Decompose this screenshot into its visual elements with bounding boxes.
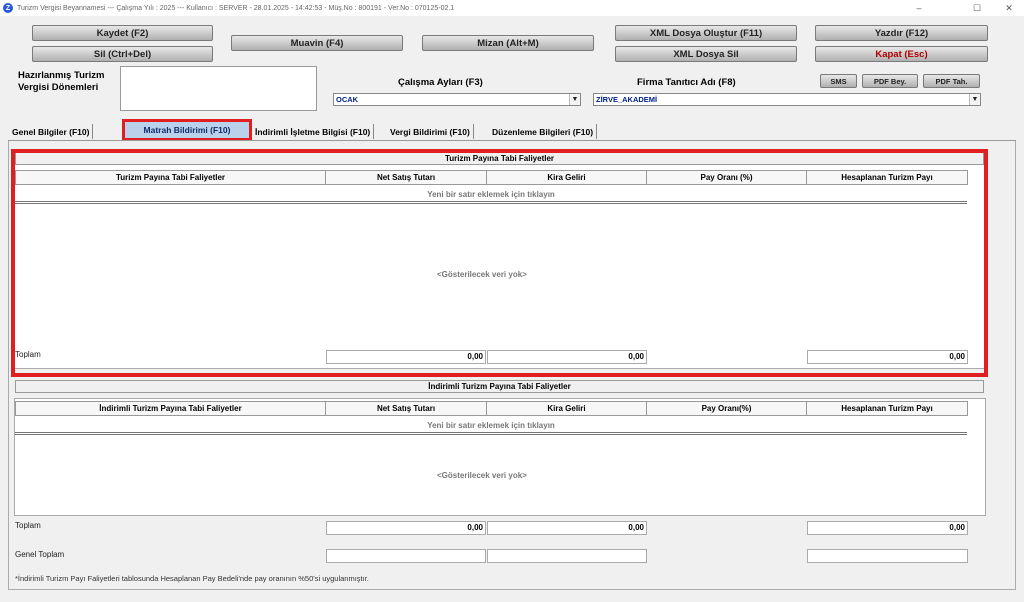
empty-message: <Gösterilecek veri yok> (437, 270, 527, 279)
donemler-list[interactable] (120, 66, 317, 111)
calisma-aylari-select[interactable]: OCAK ▼ (333, 93, 581, 106)
firma-select[interactable]: ZİRVE_AKADEMİ ▼ (593, 93, 981, 106)
genel-toplam-kira (487, 549, 647, 563)
col-header[interactable]: Net Satış Tutarı (325, 170, 487, 185)
firma-label: Firma Tanıtıcı Adı (F8) (637, 77, 736, 88)
kaydet-button[interactable]: Kaydet (F2) (32, 25, 213, 41)
yazdir-button[interactable]: Yazdır (F12) (815, 25, 988, 41)
section2-title: İndirimli Turizm Payına Tabi Faliyetler (15, 380, 984, 393)
genel-toplam-hesaplanan (807, 549, 968, 563)
calisma-aylari-value: OCAK (336, 95, 359, 104)
close-icon[interactable]: ✕ (994, 0, 1024, 16)
chevron-down-icon[interactable]: ▼ (569, 94, 580, 105)
toplam-kira-geliri: 0,00 (487, 350, 647, 364)
window-title: Turizm Vergisi Beyannamesi --- Çalışma Y… (17, 4, 455, 12)
title-bar: Z Turizm Vergisi Beyannamesi --- Çalışma… (0, 0, 1024, 16)
col-header[interactable]: Turizm Payına Tabi Faliyetler (15, 170, 326, 185)
section1-title: Turizm Payına Tabi Faliyetler (15, 152, 984, 165)
pdf-tah-button[interactable]: PDF Tah. (923, 74, 980, 88)
toplam-label: Toplam (15, 350, 41, 359)
col-header[interactable]: Pay Oranı(%) (646, 401, 807, 416)
mizan-button[interactable]: Mizan (Alt+M) (422, 35, 594, 51)
minimize-icon[interactable]: – (904, 0, 934, 16)
tab-matrah-bildirimi[interactable]: Matrah Bildirimi (F10) (122, 119, 252, 141)
muavin-button[interactable]: Muavin (F4) (231, 35, 403, 51)
toplam-hesaplanan: 0,00 (807, 521, 968, 535)
toplam-net-satis: 0,00 (326, 521, 486, 535)
kapat-button[interactable]: Kapat (Esc) (815, 46, 988, 62)
tab-indirimli-isletme[interactable]: İndirimli İşletme Bilgisi (F10) (252, 124, 375, 139)
pdf-bey-button[interactable]: PDF Bey. (862, 74, 918, 88)
toplam-net-satis: 0,00 (326, 350, 486, 364)
sil-button[interactable]: Sil (Ctrl+Del) (32, 46, 213, 62)
add-row-button[interactable]: Yeni bir satır eklemek için tıklayın (15, 419, 967, 431)
col-header[interactable]: Net Satış Tutarı (325, 401, 487, 416)
col-header[interactable]: Hesaplanan Turizm Payı (806, 170, 968, 185)
calisma-aylari-label: Çalışma Ayları (F3) (398, 77, 483, 88)
xml-olustur-button[interactable]: XML Dosya Oluştur (F11) (615, 25, 797, 41)
genel-toplam-net-satis (326, 549, 486, 563)
tab-vergi-bildirimi[interactable]: Vergi Bildirimi (F10) (387, 124, 474, 139)
app-icon: Z (3, 3, 13, 13)
empty-message: <Gösterilecek veri yok> (437, 471, 527, 480)
tab-genel-bilgiler[interactable]: Genel Bilgiler (F10) (9, 124, 94, 139)
firma-value: ZİRVE_AKADEMİ (596, 95, 658, 104)
toplam-label: Toplam (15, 521, 41, 530)
genel-toplam-label: Genel Toplam (15, 550, 65, 559)
maximize-icon[interactable]: ☐ (962, 0, 992, 16)
col-header[interactable]: Hesaplanan Turizm Payı (806, 401, 968, 416)
col-header[interactable]: Pay Oranı (%) (646, 170, 807, 185)
col-header[interactable]: Kira Geliri (486, 170, 647, 185)
hazirlanmis-donemler-label: Hazırlanmış Turizm Vergisi Dönemleri (18, 70, 105, 93)
toplam-hesaplanan: 0,00 (807, 350, 968, 364)
sms-button[interactable]: SMS (820, 74, 857, 88)
chevron-down-icon[interactable]: ▼ (969, 94, 980, 105)
col-header[interactable]: Kira Geliri (486, 401, 647, 416)
footnote: *İndirimli Turizm Payı Faliyetleri tablo… (15, 574, 369, 583)
tab-duzenleme-bilgileri[interactable]: Düzenleme Bilgileri (F10) (489, 124, 598, 139)
add-row-button[interactable]: Yeni bir satır eklemek için tıklayın (15, 188, 967, 200)
toplam-kira-geliri: 0,00 (487, 521, 647, 535)
row-divider (15, 201, 967, 204)
xml-sil-button[interactable]: XML Dosya Sil (615, 46, 797, 62)
col-header[interactable]: İndirimli Turizm Payına Tabi Faliyetler (15, 401, 326, 416)
row-divider (15, 432, 967, 435)
